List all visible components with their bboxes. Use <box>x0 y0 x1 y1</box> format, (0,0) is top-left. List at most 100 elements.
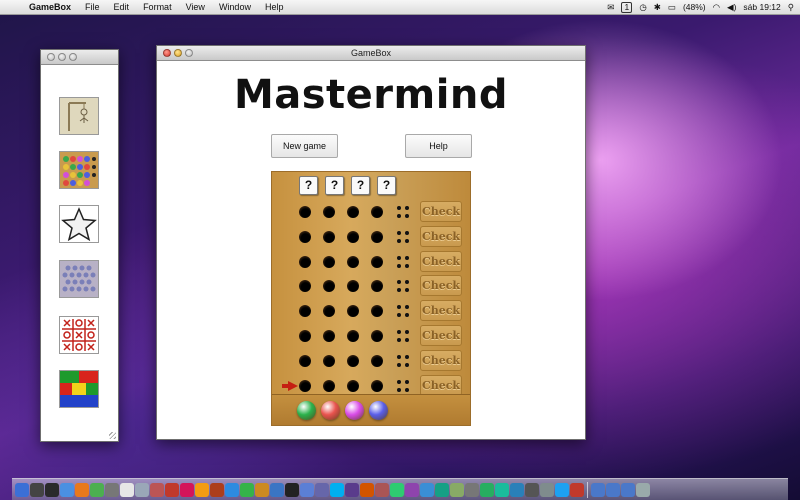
game-tic-tac-toe[interactable] <box>59 316 99 354</box>
battery-icon[interactable]: ▭ <box>668 0 676 14</box>
peg-hole[interactable] <box>299 280 311 293</box>
peg-hole[interactable] <box>323 255 335 268</box>
timemachine-icon[interactable] <box>525 482 539 497</box>
peg-hole[interactable] <box>299 305 311 318</box>
game-color-lines[interactable] <box>59 151 99 189</box>
resize-grip[interactable] <box>109 432 116 439</box>
peg-hole[interactable] <box>347 255 359 268</box>
dashboard-icon[interactable] <box>30 482 44 497</box>
trash-icon[interactable] <box>636 482 650 497</box>
game-marbles[interactable] <box>59 260 99 298</box>
globe-icon[interactable] <box>510 482 524 497</box>
bridge-icon[interactable] <box>255 482 269 497</box>
itunes-icon[interactable] <box>300 482 314 497</box>
peg-hole[interactable] <box>347 280 359 293</box>
peg-hole[interactable] <box>371 230 383 243</box>
chrome-icon[interactable] <box>90 482 104 497</box>
mail-icon[interactable] <box>105 482 119 497</box>
check-button[interactable]: Check <box>420 201 462 222</box>
menu-window[interactable]: Window <box>212 0 258 14</box>
peg-hole[interactable] <box>323 280 335 293</box>
wifi-icon[interactable]: ◠ <box>713 0 720 14</box>
mission-icon[interactable] <box>45 482 59 497</box>
settings-icon[interactable] <box>540 482 554 497</box>
peg-hole[interactable] <box>299 206 311 218</box>
preview-icon[interactable] <box>135 482 149 497</box>
downloads-icon[interactable] <box>591 482 605 497</box>
illustrator-icon[interactable] <box>195 482 209 497</box>
close-button[interactable] <box>47 53 55 61</box>
menu-edit[interactable]: Edit <box>107 0 137 14</box>
color-ball-red[interactable] <box>321 401 340 420</box>
minimize-button[interactable] <box>58 53 66 61</box>
peg-hole[interactable] <box>371 379 383 392</box>
peg-hole[interactable] <box>371 330 383 342</box>
peg-hole[interactable] <box>299 330 311 342</box>
peg-hole[interactable] <box>347 230 359 243</box>
menu-format[interactable]: Format <box>136 0 179 14</box>
peg-hole[interactable] <box>299 354 311 367</box>
stack-icon[interactable] <box>450 482 464 497</box>
textmate-icon[interactable] <box>405 482 419 497</box>
check-button[interactable]: Check <box>420 300 462 322</box>
script-icon[interactable]: ✉ <box>607 0 614 14</box>
spotlight-icon[interactable]: ⚲ <box>788 0 794 14</box>
game-star[interactable] <box>59 205 99 243</box>
peg-hole[interactable] <box>371 305 383 318</box>
help-button[interactable]: Help <box>405 134 472 158</box>
apps-icon[interactable] <box>621 482 635 497</box>
color-ball-blue[interactable] <box>369 401 388 420</box>
peg-hole[interactable] <box>347 354 359 367</box>
peg-hole[interactable] <box>299 255 311 268</box>
peg-hole[interactable] <box>299 230 311 243</box>
menu-file[interactable]: File <box>78 0 107 14</box>
peg-hole[interactable] <box>347 305 359 318</box>
finder-icon[interactable] <box>15 482 29 497</box>
peg-hole[interactable] <box>323 305 335 318</box>
zoom-button[interactable] <box>185 49 193 57</box>
check-button[interactable]: Check <box>420 325 462 346</box>
peg-hole[interactable] <box>323 206 335 218</box>
menu-help[interactable]: Help <box>258 0 291 14</box>
check-button[interactable]: Check <box>420 250 462 272</box>
peg-hole[interactable] <box>323 379 335 392</box>
photo-icon[interactable] <box>150 482 164 497</box>
new-game-button[interactable]: New game <box>271 134 338 158</box>
check-button[interactable]: Check <box>420 374 462 396</box>
volume-icon[interactable]: ◀) <box>727 0 736 14</box>
transmit-icon[interactable] <box>360 482 374 497</box>
documents-icon[interactable] <box>606 482 620 497</box>
peg-hole[interactable] <box>347 379 359 392</box>
menu-view[interactable]: View <box>179 0 212 14</box>
clock[interactable]: sáb 19:12 <box>743 0 780 14</box>
peg-hole[interactable] <box>371 255 383 268</box>
peg-hole[interactable] <box>371 280 383 293</box>
video-icon[interactable] <box>420 482 434 497</box>
game-color-blocks[interactable] <box>59 370 99 408</box>
flash-icon[interactable] <box>165 482 179 497</box>
peg-hole[interactable] <box>371 206 383 218</box>
system-icon[interactable] <box>465 482 479 497</box>
peg-hole[interactable] <box>347 330 359 342</box>
game-hangman[interactable] <box>59 97 99 135</box>
dreamweaver-icon[interactable] <box>240 482 254 497</box>
zoom-button[interactable] <box>69 53 77 61</box>
stop-icon[interactable] <box>570 482 584 497</box>
network-icon[interactable] <box>315 482 329 497</box>
app-menu[interactable]: GameBox <box>22 0 78 14</box>
music-icon[interactable] <box>345 482 359 497</box>
xcode-icon[interactable] <box>270 482 284 497</box>
peg-hole[interactable] <box>371 354 383 367</box>
facetime-icon[interactable] <box>495 482 509 497</box>
color-ball-green[interactable] <box>297 401 316 420</box>
bluetooth-icon[interactable]: ✱ <box>654 0 661 14</box>
check-button[interactable]: Check <box>420 275 462 297</box>
calendar-badge[interactable]: 1 <box>621 1 633 13</box>
coda-icon[interactable] <box>390 482 404 497</box>
twitter-icon[interactable] <box>555 482 569 497</box>
peg-hole[interactable] <box>323 230 335 243</box>
fireworks-icon[interactable] <box>210 482 224 497</box>
photoshop-icon[interactable] <box>225 482 239 497</box>
maps-icon[interactable] <box>480 482 494 497</box>
peg-hole[interactable] <box>323 330 335 342</box>
